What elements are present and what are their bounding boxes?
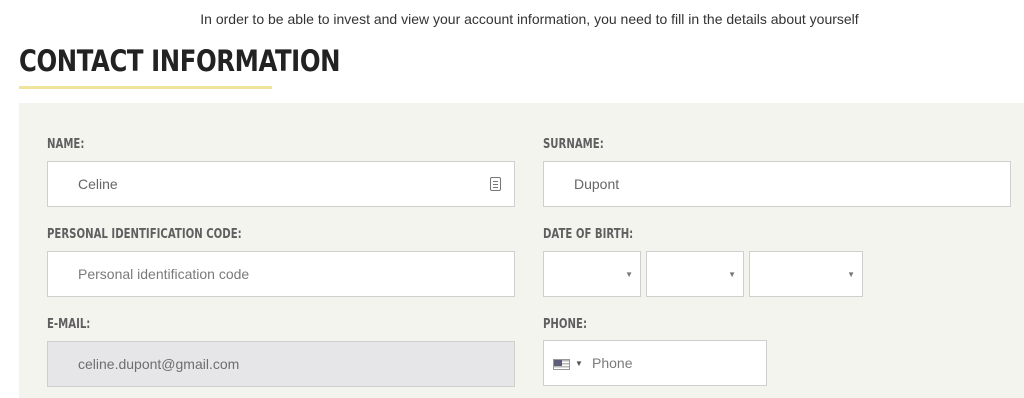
phone-placeholder: Phone <box>592 355 633 371</box>
surname-label: SURNAME: <box>543 137 604 152</box>
personal-code-label: PERSONAL IDENTIFICATION CODE: <box>47 227 242 242</box>
chevron-down-icon: ▼ <box>728 270 736 279</box>
email-value: celine.dupont@gmail.com <box>78 356 240 372</box>
birth-day-select[interactable]: ▼ <box>543 251 641 297</box>
autofill-contact-icon[interactable] <box>490 177 501 191</box>
name-label: NAME: <box>47 137 85 152</box>
intro-text: In order to be able to invest and view y… <box>200 11 859 27</box>
personal-code-input[interactable]: Personal identification code <box>47 251 515 297</box>
surname-value: Dupont <box>574 176 620 192</box>
phone-label: PHONE: <box>543 317 588 332</box>
email-input[interactable]: celine.dupont@gmail.com <box>47 341 515 387</box>
section-title: CONTACT INFORMATION <box>19 44 341 78</box>
name-input[interactable]: Celine <box>47 161 515 207</box>
surname-input[interactable]: Dupont <box>543 161 1011 207</box>
name-value: Celine <box>78 176 118 192</box>
date-of-birth-label: DATE OF BIRTH: <box>543 227 634 242</box>
us-flag-icon[interactable] <box>553 359 570 370</box>
chevron-down-icon: ▼ <box>847 270 855 279</box>
title-underline <box>19 86 272 89</box>
birth-year-select[interactable]: ▼ <box>749 251 863 297</box>
email-label: E-MAIL: <box>47 317 91 332</box>
personal-code-placeholder: Personal identification code <box>78 266 250 282</box>
phone-input[interactable]: ▼ Phone <box>543 340 767 386</box>
country-caret-icon[interactable]: ▼ <box>575 359 583 368</box>
chevron-down-icon: ▼ <box>625 270 633 279</box>
birth-month-select[interactable]: ▼ <box>646 251 744 297</box>
